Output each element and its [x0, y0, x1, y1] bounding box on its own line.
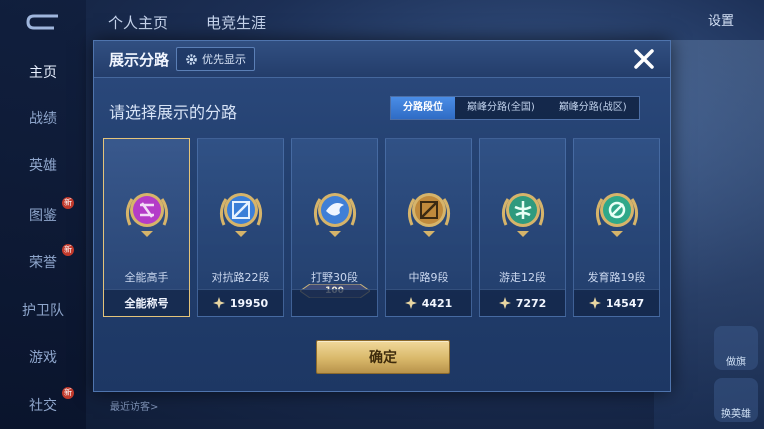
nav-item[interactable]: 战绩 [0, 108, 86, 128]
route-type-segmented-control: 分路段位 巅峰分路(全国) 巅峰分路(战区) [390, 96, 640, 120]
route-card-name: 全能高手 [124, 271, 169, 284]
all-round-title: 全能称号 [124, 297, 169, 310]
side-button-change-hero[interactable]: 换英雄 [714, 378, 758, 422]
nav-item-label: 图鉴 [29, 208, 57, 224]
farm-lane-badge-icon [595, 193, 638, 237]
nav-item[interactable]: 英雄 [0, 155, 86, 175]
priority-display-label: 优先显示 [202, 53, 246, 66]
dialog-title: 展示分路 [109, 51, 170, 69]
nav-item-label: 荣誉 [29, 255, 57, 271]
route-card-footer: 4421 [386, 289, 471, 316]
nav-item-label: 社交 [29, 398, 57, 414]
route-card-all-round[interactable]: 全能高手 全能称号 [103, 138, 190, 317]
rank-points: 19950 [229, 296, 269, 310]
roam-badge-icon [501, 193, 544, 237]
route-card-footer: 7272 [480, 289, 565, 316]
close-icon [634, 49, 654, 69]
route-card-name: 游走12段 [499, 271, 546, 284]
nav-item-label: 护卫队 [22, 303, 64, 319]
route-card-name: 打野30段 [311, 271, 358, 284]
tab-personal-home[interactable]: 个人主页 [108, 12, 168, 33]
top-tabs: 个人主页 电竞生涯 [108, 12, 266, 33]
side-button-flag[interactable]: 做旗 [714, 326, 758, 370]
segment-peak-region[interactable]: 巅峰分路(战区) [547, 97, 639, 119]
confirm-button[interactable]: 确定 [316, 340, 450, 374]
dialog-header: 展示分路 优先显示 [94, 41, 670, 78]
dialog-subtitle: 请选择展示的分路 [109, 103, 238, 122]
back-arrow-icon [26, 14, 58, 30]
rank-points: 14547 [605, 296, 645, 310]
route-card-mid-lane[interactable]: 中路9段 4421 [385, 138, 472, 317]
top-right-area: 设置 [700, 8, 742, 31]
back-button[interactable] [22, 10, 62, 34]
route-card-roam[interactable]: 游走12段 7272 [479, 138, 566, 317]
clash-lane-badge-icon [219, 193, 262, 237]
nav-item[interactable]: 社交新 [0, 387, 86, 415]
route-card-jungle[interactable]: 打野30段 100 [291, 138, 378, 317]
jungle-badge-icon [313, 193, 356, 237]
nav-item-label: 英雄 [29, 158, 57, 174]
nav-item-label: 主页 [29, 65, 57, 81]
new-badge: 新 [62, 197, 74, 209]
rank-star-icon [404, 297, 417, 309]
new-badge: 新 [62, 244, 74, 256]
route-card-farm-lane[interactable]: 发育路19段 14547 [573, 138, 660, 317]
nav-item[interactable]: 荣誉新 [0, 244, 86, 272]
recent-visitors-link[interactable]: 最近访客> [110, 398, 158, 413]
nav-item-label: 游戏 [29, 350, 57, 366]
nav-item[interactable]: 护卫队 [0, 300, 86, 320]
route-card-footer: 全能称号 [104, 289, 189, 316]
rank-star-icon [588, 297, 601, 309]
settings-button[interactable]: 设置 [700, 8, 742, 31]
route-card-name: 发育路19段 [587, 271, 646, 284]
segment-route-rank[interactable]: 分路段位 [391, 97, 455, 119]
left-nav: 主页 战绩 英雄 图鉴新荣誉新护卫队 游戏 社交新 [0, 0, 86, 429]
nav-item-label: 战绩 [29, 111, 57, 127]
priority-display-button[interactable]: 优先显示 [176, 47, 255, 71]
new-badge: 新 [62, 387, 74, 399]
rank-star-icon [498, 297, 511, 309]
nav-item[interactable]: 游戏 [0, 347, 86, 367]
route-card-clash-lane[interactable]: 对抗路22段 19950 [197, 138, 284, 317]
route-card-footer: 14547 [574, 289, 659, 316]
close-button[interactable] [630, 45, 658, 73]
all-round-rank-badge-icon [125, 193, 168, 237]
display-route-dialog: 展示分路 优先显示 请选择展示的分路 分路段位 巅峰分路(全国) 巅峰分路(战区… [93, 40, 671, 392]
route-card-name: 中路9段 [408, 271, 449, 284]
rank-points: 4421 [421, 296, 453, 310]
tab-esports-career[interactable]: 电竞生涯 [206, 12, 266, 33]
rank-star-icon [212, 297, 225, 309]
route-card-name: 对抗路22段 [211, 271, 270, 284]
nav-item[interactable]: 图鉴新 [0, 197, 86, 225]
mid-lane-badge-icon [407, 193, 450, 237]
nav-item[interactable]: 主页 [0, 62, 86, 82]
gear-icon [186, 53, 197, 65]
route-card-footer: 19950 [198, 289, 283, 316]
segment-peak-national[interactable]: 巅峰分路(全国) [455, 97, 547, 119]
route-card-footer [292, 289, 377, 316]
rank-points: 7272 [515, 296, 547, 310]
